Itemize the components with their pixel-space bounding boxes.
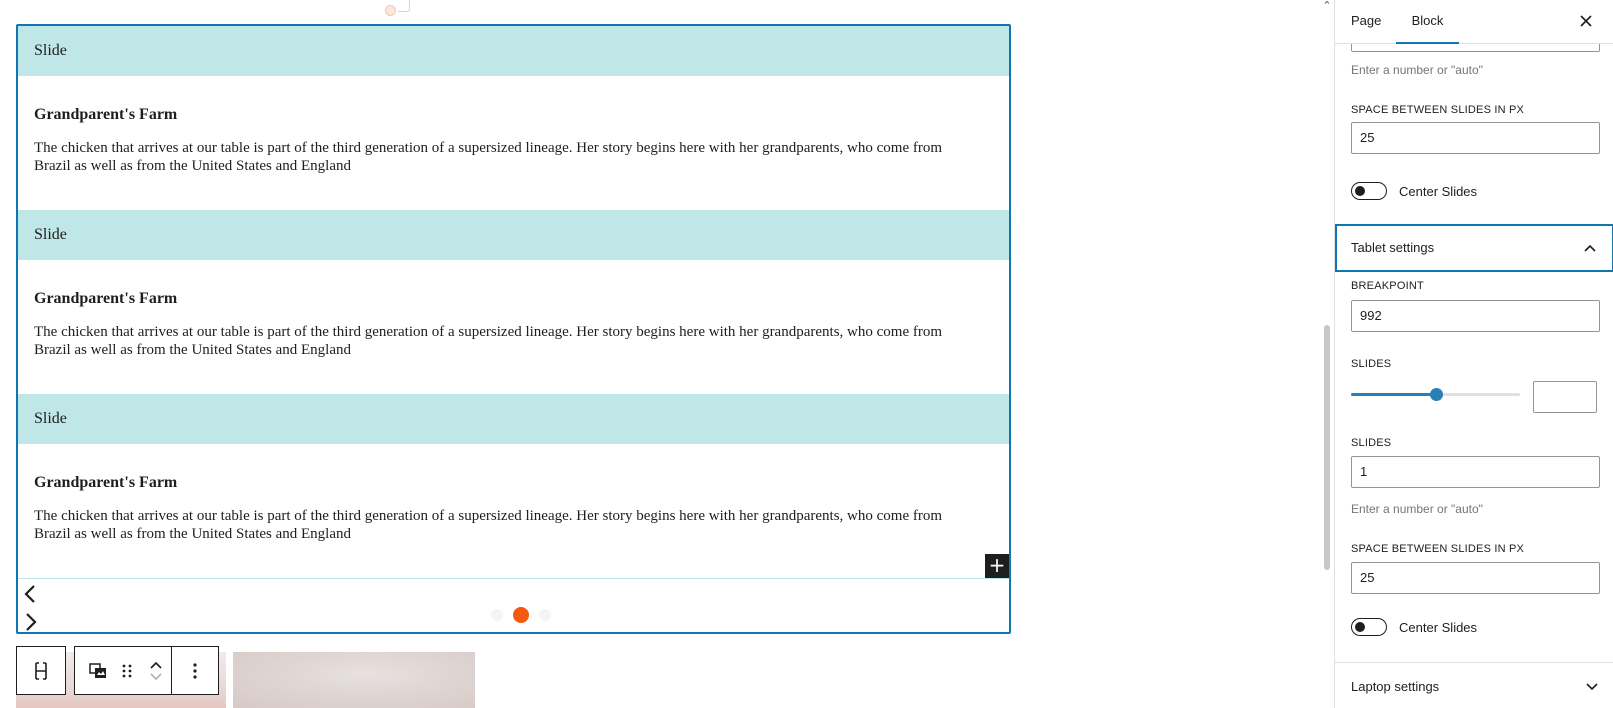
close-sidebar-button[interactable]: [1576, 11, 1596, 31]
slider-block-icon: [89, 662, 106, 678]
image-thumbnail: [233, 652, 475, 708]
slides-help-text: Enter a number or "auto": [1351, 502, 1483, 516]
settings-sidebar: Page Block Enter a number or "auto" SPAC…: [1334, 0, 1613, 708]
center-slides-toggle[interactable]: [1351, 182, 1387, 200]
editor-canvas: Slide Grandparent's Farm The chicken tha…: [0, 0, 1334, 708]
slide-heading[interactable]: Grandparent's Farm: [34, 474, 993, 492]
toggle-knob: [1355, 622, 1365, 632]
space-between-field[interactable]: 25: [1351, 122, 1600, 154]
tablet-settings-title: Tablet settings: [1351, 240, 1435, 255]
previous-block-fragment: [372, 0, 432, 16]
range-fill: [1351, 393, 1436, 396]
previous-slide-button[interactable]: [21, 582, 41, 606]
next-slide-button[interactable]: [21, 610, 41, 632]
drag-handle[interactable]: [113, 647, 141, 694]
select-parent-icon: [35, 661, 47, 680]
decorative-line: [398, 0, 410, 12]
more-vertical-icon: [193, 662, 197, 679]
slider-pagination: [483, 606, 563, 623]
center-slides-label: Center Slides: [1399, 620, 1478, 635]
slides-field[interactable]: 1: [1351, 456, 1600, 488]
tablet-settings-panel-toggle[interactable]: Tablet settings: [1335, 224, 1613, 272]
slide-label[interactable]: Slide: [18, 26, 1009, 76]
drag-handle-icon: [122, 664, 132, 677]
slider-block[interactable]: Slide Grandparent's Farm The chicken tha…: [16, 24, 1011, 634]
close-icon: [1580, 15, 1592, 27]
slide-content[interactable]: Grandparent's Farm The chicken that arri…: [18, 444, 1009, 578]
divider: [18, 578, 1009, 579]
center-slides-toggle[interactable]: [1351, 618, 1387, 636]
space-between-label: SPACE BETWEEN SLIDES IN PX: [1351, 543, 1525, 555]
pagination-dot[interactable]: [539, 609, 551, 621]
slide-label[interactable]: Slide: [18, 210, 1009, 260]
toolbar-parent-group: [16, 646, 66, 695]
slide-text[interactable]: The chicken that arrives at our table is…: [34, 507, 993, 543]
breakpoint-field[interactable]: 992: [1351, 300, 1600, 332]
center-slides-label: Center Slides: [1399, 184, 1478, 199]
toggle-knob: [1355, 186, 1365, 196]
slides-help-text: Enter a number or "auto": [1351, 63, 1483, 77]
slide-text[interactable]: The chicken that arrives at our table is…: [34, 323, 993, 359]
breakpoint-label: BREAKPOINT: [1351, 280, 1424, 292]
scroll-up-arrow-icon[interactable]: ⌃: [1320, 0, 1334, 12]
laptop-settings-title: Laptop settings: [1351, 679, 1440, 694]
space-between-field[interactable]: 25: [1351, 562, 1600, 594]
chevron-up-icon[interactable]: [149, 659, 163, 671]
block-toolbar: [16, 646, 219, 695]
move-buttons: [141, 647, 171, 694]
chevron-up-icon: [1582, 226, 1598, 270]
tab-page[interactable]: Page: [1351, 0, 1381, 44]
slide-label[interactable]: Slide: [18, 394, 1009, 444]
pagination-dot[interactable]: [491, 609, 503, 621]
slide-content[interactable]: Grandparent's Farm The chicken that arri…: [18, 76, 1009, 210]
sidebar-tabs: Page Block: [1335, 0, 1613, 44]
select-parent-button[interactable]: [17, 647, 65, 694]
slide-content[interactable]: Grandparent's Farm The chicken that arri…: [18, 260, 1009, 394]
space-between-label: SPACE BETWEEN SLIDES IN PX: [1351, 104, 1525, 116]
toolbar-block-group: [74, 646, 219, 695]
pagination-dot-active[interactable]: [513, 607, 529, 623]
canvas-scrollbar[interactable]: [1324, 325, 1330, 570]
slide-text[interactable]: The chicken that arrives at our table is…: [34, 139, 993, 175]
chevron-down-icon: [1584, 663, 1600, 707]
more-options-button[interactable]: [171, 647, 218, 694]
add-block-button[interactable]: +: [985, 554, 1009, 578]
chevron-right-icon: [26, 613, 37, 631]
chevron-down-icon[interactable]: [149, 671, 163, 683]
range-thumb[interactable]: [1429, 388, 1443, 401]
block-type-button[interactable]: [83, 647, 113, 694]
slides-label: SLIDES: [1351, 437, 1392, 449]
slides-range-label: SLIDES: [1351, 358, 1392, 370]
slide-heading[interactable]: Grandparent's Farm: [34, 290, 993, 308]
laptop-settings-panel-toggle[interactable]: Laptop settings: [1335, 662, 1613, 708]
chevron-left-icon: [24, 585, 35, 603]
slides-range-number-field[interactable]: [1533, 381, 1597, 413]
slides-range-slider[interactable]: [1351, 386, 1520, 402]
tab-block[interactable]: Block: [1396, 0, 1459, 44]
slide-heading[interactable]: Grandparent's Farm: [34, 106, 993, 124]
decorative-dot-icon: [385, 5, 396, 16]
